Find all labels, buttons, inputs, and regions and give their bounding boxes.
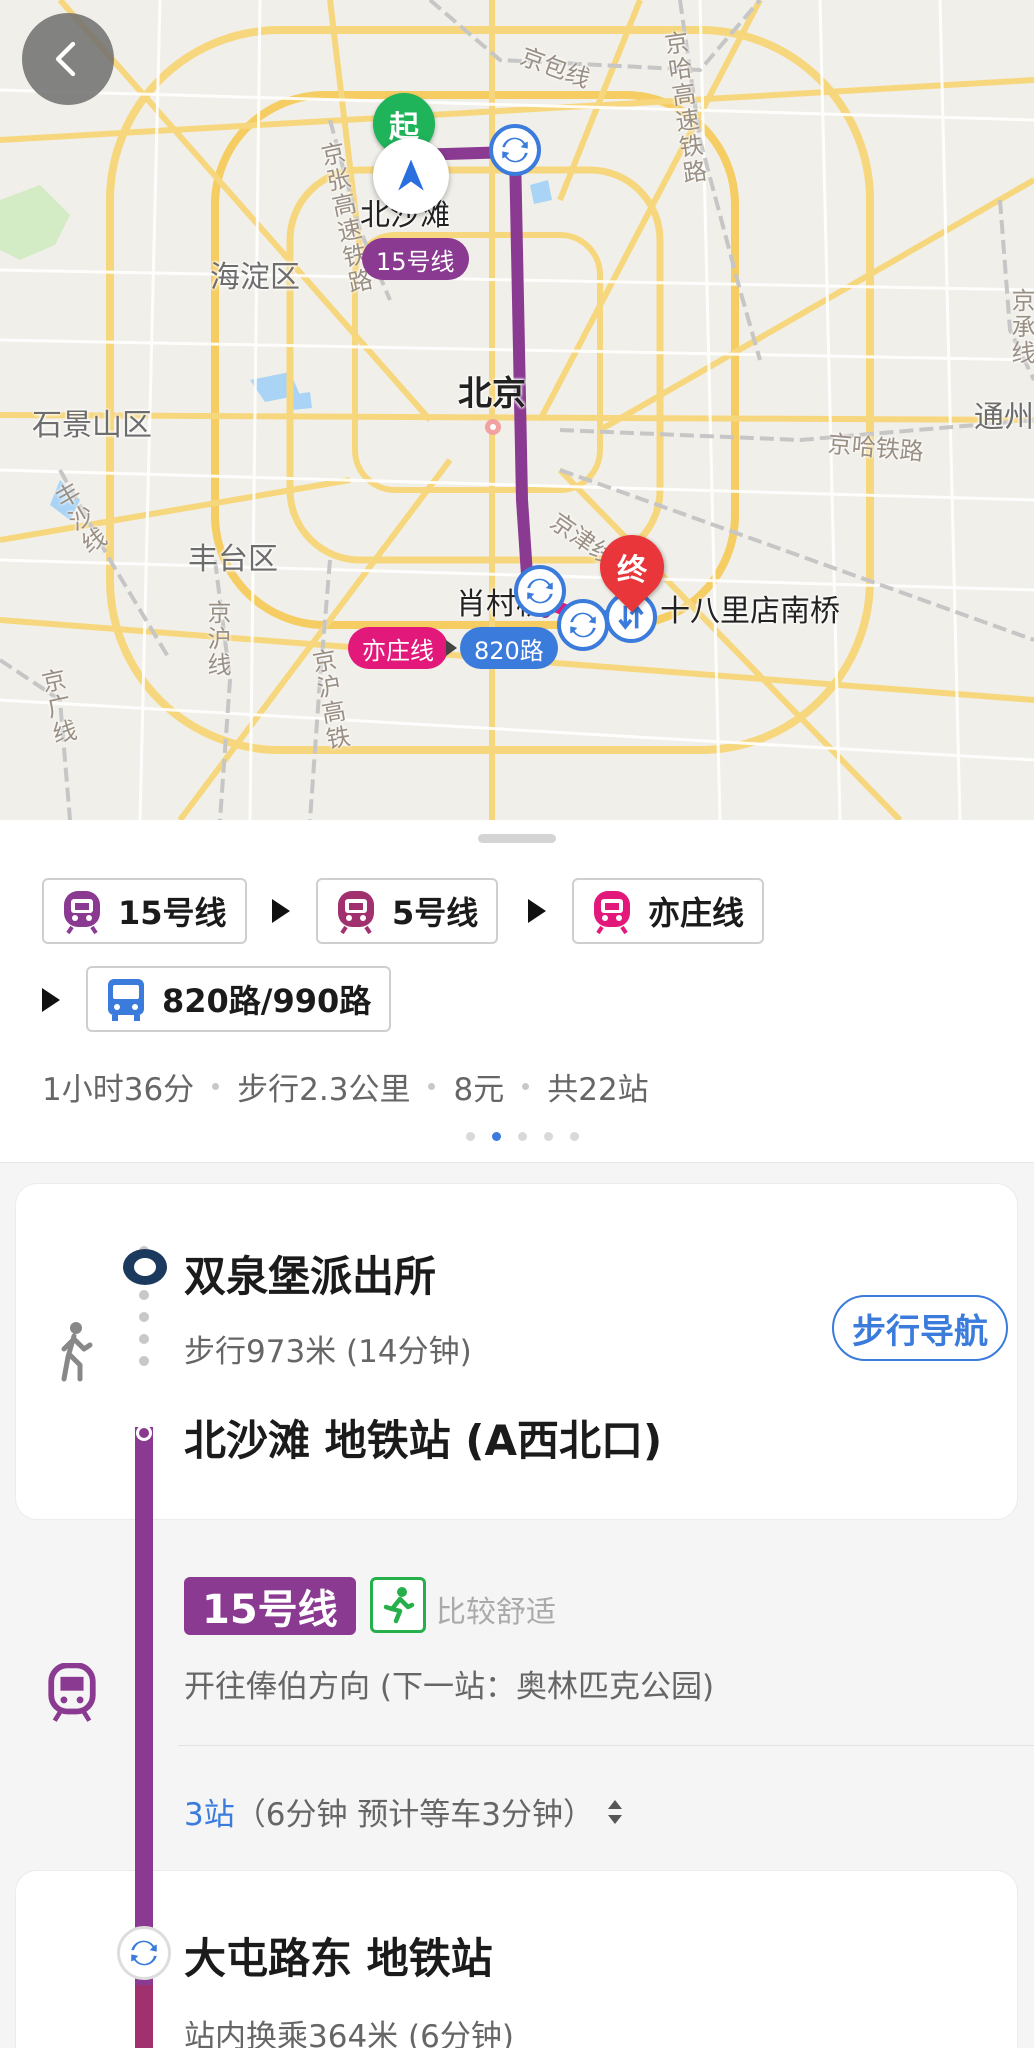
origin-title: 双泉堡派出所 bbox=[184, 1252, 437, 1301]
expand-updown-icon bbox=[608, 1799, 623, 1824]
station-count-text: 共22站 bbox=[547, 1072, 649, 1108]
walk-distance-text: 步行2.3公里 bbox=[237, 1072, 411, 1108]
drag-handle[interactable] bbox=[478, 834, 556, 843]
location-arrow-icon[interactable] bbox=[373, 138, 449, 214]
transfer-title[interactable]: 大屯路东 地铁站 bbox=[184, 1925, 493, 1986]
walk-detail: 步行973米 (14分钟) bbox=[184, 1334, 472, 1370]
stop-detail: （6分钟 预计等车3分钟） bbox=[234, 1797, 595, 1833]
road-label-jingchengxian: 京承线 bbox=[1007, 288, 1034, 366]
chevron-left-icon bbox=[55, 41, 76, 77]
comfort-text: 比较舒适 bbox=[436, 1595, 556, 1630]
pager-dot[interactable] bbox=[570, 1132, 579, 1141]
map-tag-bus820[interactable]: 820路 bbox=[460, 627, 558, 669]
comfort-icon bbox=[370, 1577, 426, 1633]
route-stats: 1小时36分 步行2.3公里 8元 共22站 bbox=[42, 1064, 649, 1109]
arrow-right-icon bbox=[272, 899, 290, 923]
subway-icon bbox=[44, 1662, 100, 1723]
walking-person-icon bbox=[54, 1321, 96, 1383]
bus-icon bbox=[108, 979, 144, 1021]
transfer-icon bbox=[502, 137, 528, 163]
transfer-marker-icon[interactable] bbox=[514, 565, 566, 617]
transfer-detail: 站内换乘364米 (6分钟) bbox=[184, 2019, 514, 2048]
transfer-icon bbox=[570, 612, 596, 638]
segment-label: 亦庄线 bbox=[648, 894, 745, 932]
route-timeline bbox=[135, 1246, 153, 2048]
subway-icon bbox=[338, 891, 374, 935]
transfer-marker-icon[interactable] bbox=[489, 124, 541, 176]
map-label-shibalidian: 十八里店南桥 bbox=[660, 594, 840, 629]
station-title[interactable]: 北沙滩 地铁站 (A西北口) bbox=[184, 1407, 662, 1468]
line-badge[interactable]: 15号线 bbox=[184, 1577, 356, 1635]
fare-text: 8元 bbox=[453, 1072, 505, 1108]
map-tag-arrow bbox=[446, 640, 457, 656]
origin-marker-icon bbox=[120, 1246, 170, 1288]
map-label-haidian: 海淀区 bbox=[210, 260, 300, 295]
pager-dot[interactable] bbox=[466, 1132, 475, 1141]
segment-chip-bus[interactable]: 820路/990路 bbox=[86, 966, 392, 1032]
arrow-right-icon bbox=[528, 899, 546, 923]
pager-dot[interactable] bbox=[544, 1132, 553, 1141]
stops-expand-toggle[interactable]: 3站 （6分钟 预计等车3分钟） bbox=[184, 1789, 624, 1834]
route-steps-list[interactable]: 双泉堡派出所 步行973米 (14分钟) 步行导航 北沙滩 地铁站 (A西北口)… bbox=[0, 1163, 1034, 2048]
next-line-segment bbox=[135, 1985, 153, 2048]
route-summary-panel: 15号线 5号线 亦庄线 820路/990路 1小时36分 步行2.3公里 8元… bbox=[0, 820, 1034, 1163]
pager-dot[interactable] bbox=[518, 1132, 527, 1141]
road-label-jinghuxian: 京沪线 bbox=[203, 600, 231, 678]
segment-chip-yizhuang[interactable]: 亦庄线 bbox=[572, 878, 765, 944]
segment-label: 15号线 bbox=[118, 894, 227, 932]
walk-nav-button[interactable]: 步行导航 bbox=[832, 1295, 1008, 1361]
map-label-fengtai: 丰台区 bbox=[188, 542, 278, 577]
navigation-arrow-icon bbox=[398, 159, 424, 191]
duration-text: 1小时36分 bbox=[42, 1072, 195, 1108]
map-label-beijing: 北京 bbox=[458, 374, 526, 414]
separator-dot bbox=[428, 1083, 436, 1090]
route-pager[interactable] bbox=[466, 1132, 579, 1141]
segment-chip-line15[interactable]: 15号线 bbox=[42, 878, 247, 944]
separator-dot bbox=[522, 1083, 530, 1090]
route-map[interactable]: 海淀区 石景山区 丰台区 北京 通州 北沙滩 肖村桥 十八里店南桥 京包线 京哈… bbox=[0, 0, 1034, 820]
app-root: 海淀区 石景山区 丰台区 北京 通州 北沙滩 肖村桥 十八里店南桥 京包线 京哈… bbox=[0, 0, 1034, 2048]
map-label-shijingshan: 石景山区 bbox=[32, 408, 152, 443]
segment-label: 820路/990路 bbox=[162, 982, 372, 1020]
back-button[interactable] bbox=[22, 13, 114, 105]
subway-icon bbox=[594, 891, 630, 935]
map-label-tongzhou: 通州 bbox=[974, 400, 1034, 435]
map-tag-line15[interactable]: 15号线 bbox=[362, 238, 469, 280]
end-pin-label: 终 bbox=[617, 553, 647, 588]
subway-icon bbox=[64, 891, 100, 935]
segment-label: 5号线 bbox=[392, 894, 479, 932]
map-tag-yizhuang[interactable]: 亦庄线 bbox=[348, 627, 448, 669]
transfer-icon bbox=[527, 578, 553, 604]
pager-dot-active[interactable] bbox=[492, 1132, 501, 1141]
divider bbox=[178, 1745, 1034, 1746]
direction-text: 开往俸伯方向 (下一站：奥林匹克公园) bbox=[184, 1669, 715, 1705]
arrow-right-icon bbox=[42, 988, 60, 1012]
segment-chip-line5[interactable]: 5号线 bbox=[316, 878, 499, 944]
transfer-icon bbox=[117, 1926, 171, 1980]
stop-count: 3站 bbox=[184, 1797, 235, 1833]
separator-dot bbox=[212, 1083, 220, 1090]
transfer-marker-icon[interactable] bbox=[557, 599, 609, 651]
end-pin[interactable]: 终 bbox=[586, 521, 678, 613]
